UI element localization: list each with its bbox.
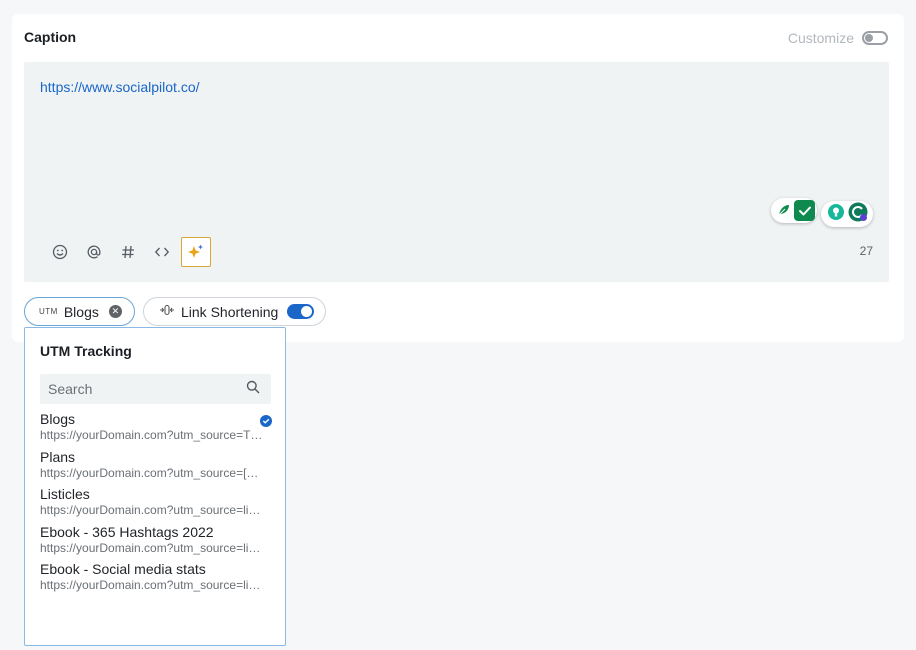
utm-search-input[interactable] [40, 374, 271, 404]
utm-item-url: https://yourDomain.com?utm_source=li… [40, 540, 261, 555]
grammarly-icon[interactable] [848, 202, 868, 227]
customize-toggle[interactable] [862, 31, 888, 45]
utm-item-name: Ebook - Social media stats [40, 561, 206, 577]
leaf-icon [777, 203, 791, 222]
utm-list-item[interactable]: Plans https://yourDomain.com?utm_source=… [40, 448, 276, 486]
utm-item-name: Ebook - 365 Hashtags 2022 [40, 523, 214, 540]
assistant-widget[interactable] [821, 201, 873, 227]
utm-item-name: Blogs [40, 411, 76, 427]
utm-item-url: https://yourDomain.com?utm_source=T… [40, 428, 263, 442]
grammar-widget[interactable] [771, 198, 817, 223]
utm-dropdown-title: UTM Tracking [40, 343, 132, 359]
remove-utm-icon[interactable]: ✕ [108, 305, 122, 318]
search-icon [246, 380, 260, 399]
hashtag-icon[interactable] [111, 237, 145, 267]
utm-list-item[interactable]: Listicles https://yourDomain.com?utm_sou… [40, 485, 276, 523]
utm-list-item[interactable]: Ebook - 365 Hashtags 2022 https://yourDo… [40, 523, 276, 561]
utm-list-item[interactable]: Ebook - Social media stats https://yourD… [40, 560, 276, 598]
caption-editor[interactable]: https://www.socialpilot.co/ 27 [24, 62, 889, 282]
utm-item-url: https://yourDomain.com?utm_source=[… [40, 465, 259, 480]
utm-item-name: Listicles [40, 486, 90, 502]
character-count: 27 [859, 244, 873, 258]
caption-label: Caption [24, 29, 77, 45]
utm-list: Blogs https://yourDomain.com?utm_source=… [40, 410, 276, 598]
caption-card: Caption Customize https://www.socialpilo… [12, 14, 904, 342]
utm-dropdown: UTM Tracking Blogs https://yourDomain.co… [24, 327, 286, 646]
mention-icon[interactable] [77, 237, 111, 267]
code-icon[interactable] [145, 237, 179, 267]
link-shortening-label: Link Shortening [181, 303, 279, 320]
link-shortening-chip[interactable]: Link Shortening [143, 297, 326, 326]
utm-chip[interactable]: UTM Blogs ✕ [24, 297, 135, 326]
grammar-check-icon[interactable] [794, 200, 815, 221]
link-shorten-icon [159, 303, 175, 320]
emoji-icon[interactable] [43, 237, 77, 267]
lightbulb-icon[interactable] [827, 203, 845, 226]
utm-chip-label: Blogs [63, 303, 99, 320]
ai-sparkle-icon[interactable] [181, 237, 211, 267]
editor-toolbar [43, 237, 211, 267]
selected-check-icon [260, 415, 272, 427]
utm-item-name: Plans [40, 448, 76, 465]
utm-item-url: https://yourDomain.com?utm_source=li… [40, 578, 261, 592]
caption-link-text[interactable]: https://www.socialpilot.co/ [40, 79, 200, 95]
link-shortening-toggle[interactable] [287, 304, 315, 319]
customize-label: Customize [787, 30, 854, 46]
utm-tag-label: UTM [39, 307, 58, 316]
utm-item-url: https://yourDomain.com?utm_source=li… [40, 503, 261, 517]
utm-list-item[interactable]: Blogs https://yourDomain.com?utm_source=… [40, 410, 276, 448]
customize-control[interactable]: Customize [788, 30, 888, 46]
